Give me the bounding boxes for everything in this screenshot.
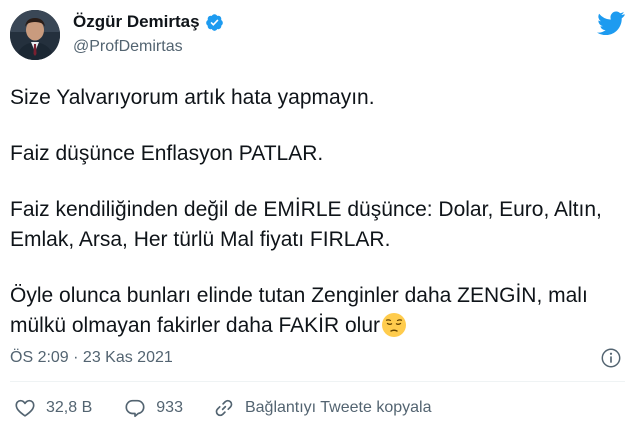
- action-bar: 32,8 B 933 Bağlantıyı Tweete kopyala: [10, 395, 431, 421]
- verified-badge-icon: [205, 13, 224, 32]
- like-count: 32,8 B: [46, 399, 93, 416]
- avatar-photo: [10, 10, 60, 60]
- twitter-bird-icon[interactable]: [597, 11, 625, 36]
- timestamp[interactable]: ÖS 2:09 · 23 Kas 2021: [10, 349, 173, 367]
- tweet-card: Özgür Demirtaş @ProfDemirtas Size Yalvar…: [0, 0, 635, 426]
- avatar[interactable]: [10, 10, 60, 60]
- like-button[interactable]: 32,8 B: [14, 397, 92, 419]
- divider: [10, 381, 625, 382]
- heart-icon: [15, 399, 35, 417]
- copy-link-button[interactable]: Bağlantıyı Tweete kopyala: [213, 397, 432, 419]
- display-name[interactable]: Özgür Demirtaş: [73, 12, 200, 32]
- tweet-paragraph-text: Öyle olunca bunları elinde tutan Zenginl…: [10, 284, 588, 337]
- tweet-paragraph-last: Öyle olunca bunları elinde tutan Zenginl…: [10, 281, 625, 341]
- tweet-body: Size Yalvarıyorum artık hata yapmayın. F…: [10, 83, 625, 341]
- author-name-row[interactable]: Özgür Demirtaş: [73, 12, 224, 32]
- reply-count: 933: [156, 399, 183, 416]
- tweet-paragraph: Faiz kendiliğinden değil de EMİRLE düşün…: [10, 198, 602, 251]
- tweet-meta: ÖS 2:09 · 23 Kas 2021: [10, 347, 625, 371]
- author-handle[interactable]: @ProfDemirtas: [73, 38, 183, 56]
- pensive-face-emoji: [381, 312, 407, 338]
- tweet-paragraph: Faiz düşünce Enflasyon PATLAR.: [10, 142, 324, 165]
- info-icon[interactable]: [600, 347, 622, 369]
- reply-button[interactable]: 933: [124, 397, 183, 419]
- copy-link-label: Bağlantıyı Tweete kopyala: [244, 399, 432, 416]
- link-icon: [215, 399, 233, 417]
- reply-bubble-icon: [125, 399, 145, 418]
- tweet-paragraph: Size Yalvarıyorum artık hata yapmayın.: [10, 86, 375, 109]
